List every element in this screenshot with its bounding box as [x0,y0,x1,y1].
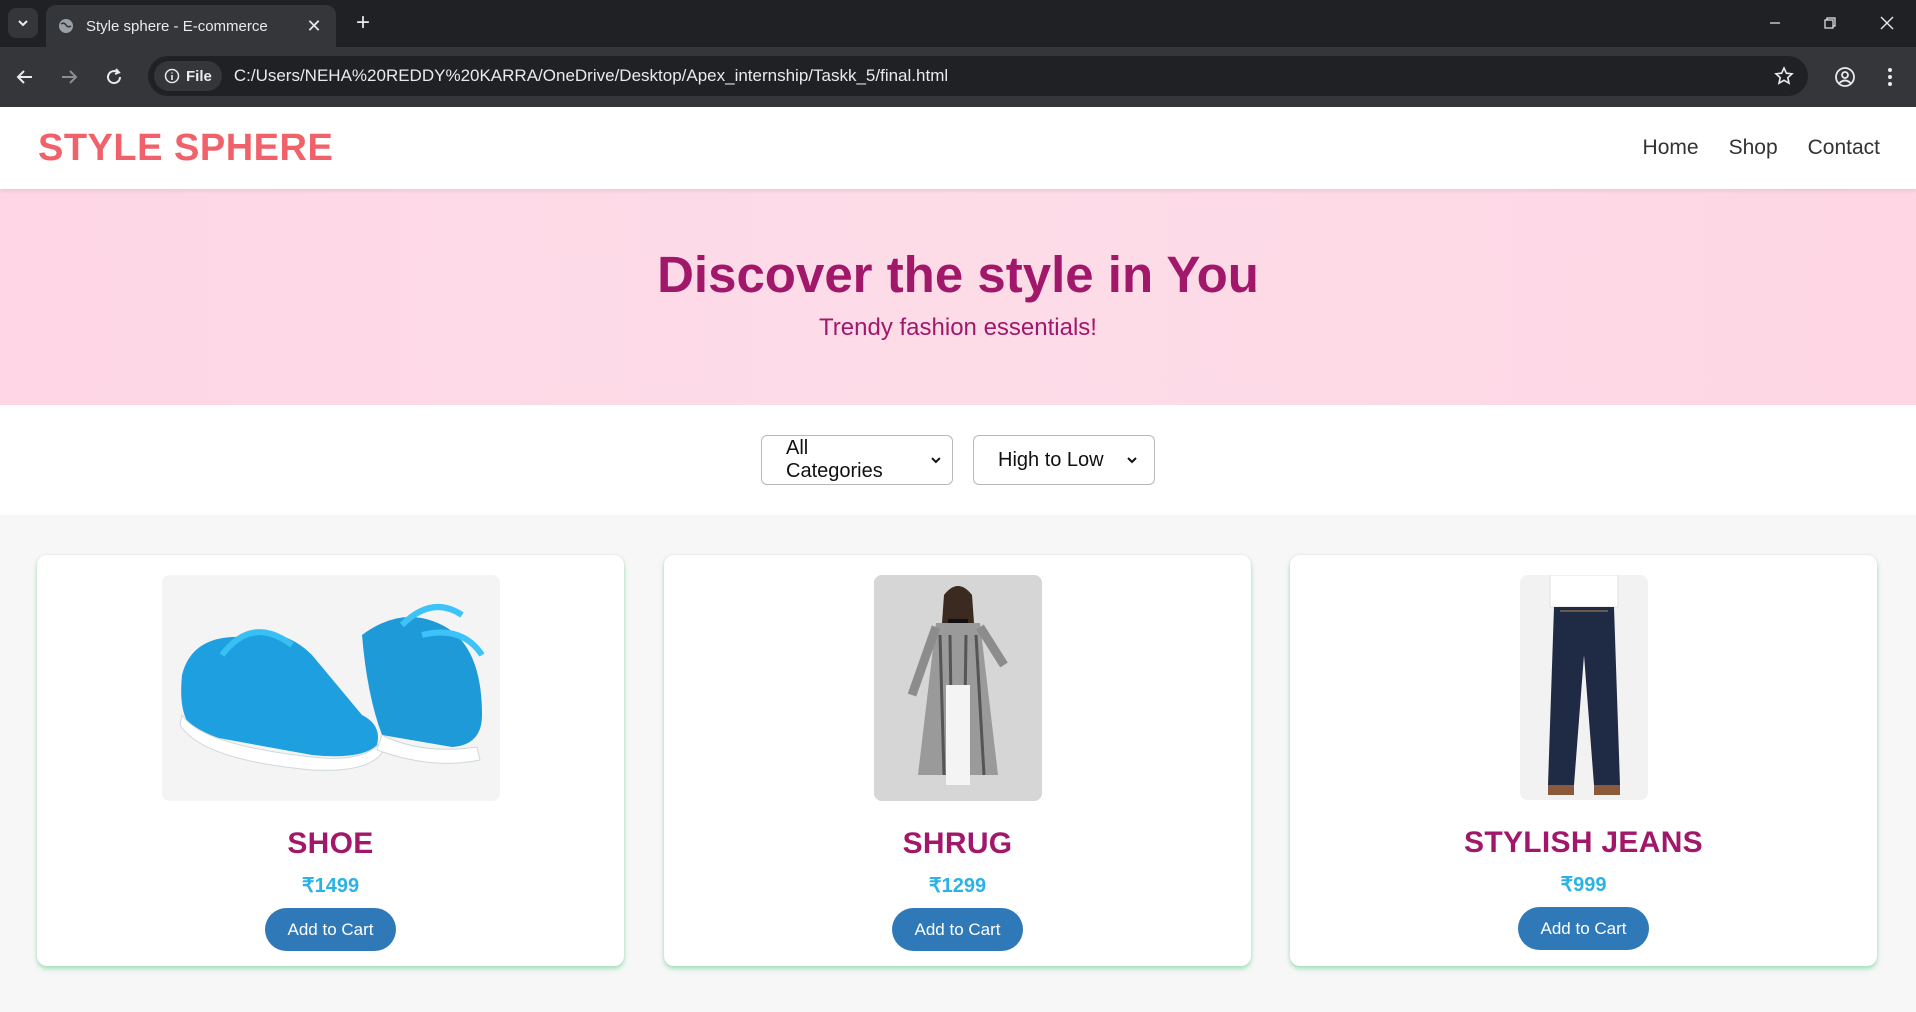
restore-icon [1824,17,1836,29]
reload-button[interactable] [99,62,129,92]
nav-link-home[interactable]: Home [1643,136,1699,160]
profile-button[interactable] [1830,62,1860,92]
more-vertical-icon [1888,68,1892,86]
product-image-jeans [1519,575,1648,800]
new-tab-button[interactable]: + [350,10,376,36]
nav-link-shop[interactable]: Shop [1729,136,1778,160]
site-header: STYLE SPHERE Home Shop Contact [0,107,1916,189]
site-logo[interactable]: STYLE SPHERE [38,127,333,170]
sort-select-value: High to Low [998,448,1104,471]
product-price: ₹1299 [928,875,987,897]
close-tab-icon[interactable]: ✕ [304,16,324,36]
tab-search-button[interactable] [8,8,38,38]
filter-bar: All Categories High to Low [0,405,1916,515]
product-grid: SHOE ₹1499 Add to Cart SHRUG ₹1299 Add t… [0,515,1916,1012]
add-to-cart-button[interactable]: Add to Cart [892,908,1023,951]
info-icon [164,68,180,84]
main-nav: Home Shop Contact [1643,136,1880,160]
product-image-shoe [161,575,500,801]
product-card: SHOE ₹1499 Add to Cart [37,555,624,966]
browser-toolbar: File C:/Users/NEHA%20REDDY%20KARRA/OneDr… [0,47,1916,107]
minimize-icon [1770,22,1780,24]
tab-title: Style sphere - E-commerce [86,17,268,35]
chevron-down-icon [931,457,941,464]
forward-button[interactable] [54,62,84,92]
chevron-down-icon [1126,457,1137,464]
arrow-right-icon [62,70,78,84]
category-select[interactable]: All Categories [761,435,953,485]
restore-button[interactable] [1807,6,1853,40]
site-info-chip[interactable]: File [154,61,222,91]
file-chip-label: File [186,67,212,85]
account-icon [1835,67,1855,87]
browser-tab[interactable]: Style sphere - E-commerce ✕ [46,5,336,47]
bookmark-star-icon[interactable] [1774,66,1794,91]
hero-title: Discover the style in You [657,245,1259,303]
hero-banner: Discover the style in You Trendy fashion… [0,189,1916,405]
minimize-button[interactable] [1752,6,1798,40]
product-image-shrug [873,575,1042,801]
add-to-cart-button[interactable]: Add to Cart [265,908,396,951]
address-bar[interactable]: File C:/Users/NEHA%20REDDY%20KARRA/OneDr… [148,56,1808,96]
sort-select[interactable]: High to Low [973,435,1155,485]
arrow-left-icon [16,70,32,84]
url-text: C:/Users/NEHA%20REDDY%20KARRA/OneDrive/D… [233,66,949,85]
product-card: STYLISH JEANS ₹999 Add to Cart [1290,555,1877,966]
product-name: SHOE [287,827,374,860]
hero-subtitle: Trendy fashion essentials! [819,313,1097,341]
close-window-button[interactable] [1864,6,1910,40]
reload-icon [107,68,122,85]
product-price: ₹999 [1560,874,1607,896]
back-button[interactable] [10,62,40,92]
nav-link-contact[interactable]: Contact [1808,136,1880,160]
add-to-cart-button[interactable]: Add to Cart [1518,907,1649,950]
product-name: STYLISH JEANS [1464,826,1703,859]
browser-menu-button[interactable] [1875,62,1905,92]
product-name: SHRUG [902,827,1013,860]
product-card: SHRUG ₹1299 Add to Cart [664,555,1251,966]
chevron-down-icon [18,20,28,27]
category-select-value: All Categories [786,437,883,482]
close-icon [1880,16,1894,30]
product-price: ₹1499 [301,875,360,897]
browser-tab-bar: Style sphere - E-commerce ✕ + [0,0,1916,47]
page-content: STYLE SPHERE Home Shop Contact Discover … [0,107,1916,1012]
globe-icon [59,19,73,33]
